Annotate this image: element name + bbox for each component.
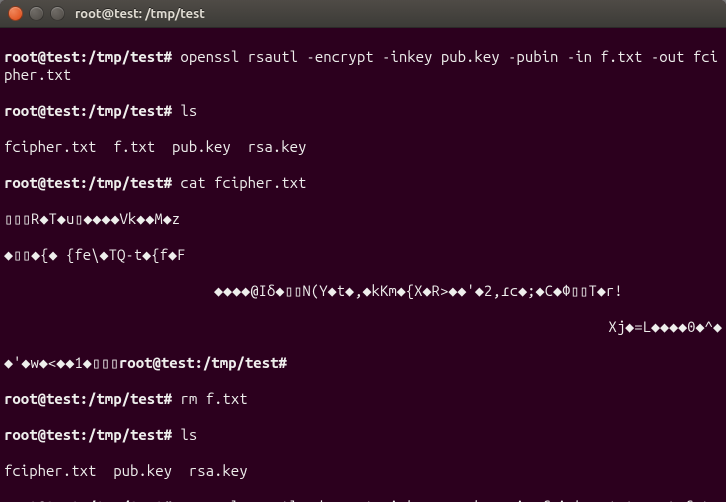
cmd-ls: ls [180, 102, 197, 119]
output-ls-2: fcipher.txt pub.key rsa.key [4, 462, 722, 480]
titlebar[interactable]: root@test: /tmp/test [0, 0, 726, 28]
prompt: root@test:/tmp/test# [4, 498, 172, 502]
prompt: root@test:/tmp/test# [4, 48, 172, 65]
prompt: root@test:/tmp/test# [4, 390, 172, 407]
terminal-body[interactable]: root@test:/tmp/test# openssl rsautl -enc… [0, 28, 726, 502]
window-title: root@test: /tmp/test [75, 7, 205, 21]
cmd-ls: ls [180, 426, 197, 443]
close-icon[interactable] [8, 6, 23, 21]
window-controls [8, 6, 65, 21]
cmd-rm: rm f.txt [180, 390, 247, 407]
prompt: root@test:/tmp/test# [119, 354, 287, 371]
prompt: root@test:/tmp/test# [4, 426, 172, 443]
terminal-window: root@test: /tmp/test root@test:/tmp/test… [0, 0, 726, 502]
output-ls-1: fcipher.txt f.txt pub.key rsa.key [4, 138, 722, 156]
maximize-icon[interactable] [50, 6, 65, 21]
prompt: root@test:/tmp/test# [4, 174, 172, 191]
prompt: root@test:/tmp/test# [4, 102, 172, 119]
binary-output: ◆◆◆◆@Iδ◆▯▯N(Y◆t◆,◆kKm◆{X◆R>◆◆'◆2‚ɾc◆;◆C◆… [4, 282, 722, 300]
minimize-icon[interactable] [29, 6, 44, 21]
binary-output: ▯▯▯R◆T◆u▯◆◆◆◆Vk◆◆M◆z [4, 210, 722, 228]
binary-output: Xj◆=L◆◆◆◆0◆^◆ [4, 318, 722, 336]
cmd-cat: cat fcipher.txt [180, 174, 306, 191]
binary-output: ◆▯▯◆{◆ {fe\◆TQ-t◆{f◆F [4, 246, 722, 264]
binary-output: ◆'◆w◆<◆◆1◆▯▯▯ [4, 354, 119, 371]
